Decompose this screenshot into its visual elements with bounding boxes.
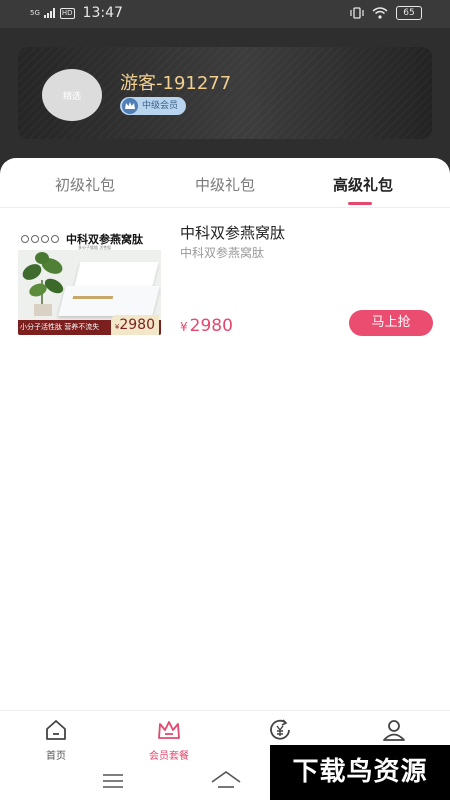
member-card: 精选 游客-191277 中级会员 xyxy=(18,47,432,139)
product-name[interactable]: 中科双参燕窝肽 xyxy=(180,222,285,243)
product-box-front xyxy=(58,286,160,316)
package-tabs: 初级礼包 中级礼包 高级礼包 xyxy=(0,158,450,208)
nav-profile[interactable] xyxy=(354,717,434,747)
yuan-coin-icon xyxy=(270,719,290,740)
battery-icon: 65 xyxy=(396,6,422,20)
brand-logos xyxy=(21,235,59,243)
network-type: 5G xyxy=(30,8,40,17)
tab-basic-package[interactable]: 初级礼包 xyxy=(30,174,140,195)
system-home-icon[interactable] xyxy=(210,770,242,792)
active-tab-indicator xyxy=(348,202,372,205)
product-image[interactable]: 中科双参燕窝肽 多分子肽链 活性肽 小分子活性肽 营养不流失 ¥2980 xyxy=(18,228,161,335)
currency-symbol: ¥ xyxy=(180,320,188,334)
avatar[interactable]: 精选 xyxy=(42,69,102,121)
tab-intermediate-package[interactable]: 中级礼包 xyxy=(170,174,280,195)
crown-icon xyxy=(158,721,180,739)
member-level-label: 中级会员 xyxy=(142,101,179,111)
status-bar: 5G HD 13:47 65 xyxy=(0,0,450,28)
signal-icon xyxy=(43,8,55,18)
status-time: 13:47 xyxy=(82,5,123,21)
watermark: 下载鸟资源 xyxy=(270,745,450,800)
menu-icon[interactable] xyxy=(103,773,123,789)
nav-home[interactable]: 首页 xyxy=(16,717,96,762)
product-image-subtitle: 多分子肽链 活性肽 xyxy=(78,245,112,250)
price-value: 2980 xyxy=(189,316,233,336)
crown-icon xyxy=(122,98,138,114)
status-right: 65 xyxy=(350,6,422,20)
vibrate-icon xyxy=(350,7,364,19)
member-level-badge: 中级会员 xyxy=(120,97,187,115)
user-icon xyxy=(383,720,405,741)
buy-now-button[interactable]: 马上抢 xyxy=(349,310,433,336)
gift-package-panel: 初级礼包 中级礼包 高级礼包 中科双参燕窝肽 多分子肽链 活性肽 小分子活性肽 … xyxy=(0,158,450,710)
home-icon xyxy=(46,720,66,740)
product-subtitle: 中科双参燕窝肽 xyxy=(180,246,265,260)
plant-illustration xyxy=(22,252,64,316)
product-image-price: ¥2980 xyxy=(110,315,159,335)
tab-advanced-package[interactable]: 高级礼包 xyxy=(308,174,418,195)
wifi-icon xyxy=(372,7,388,19)
nav-membership-label: 会员套餐 xyxy=(149,751,189,762)
username: 游客-191277 xyxy=(120,73,232,94)
nav-membership[interactable]: 会员套餐 xyxy=(129,717,209,762)
nav-home-label: 首页 xyxy=(46,751,66,762)
status-left: 5G HD 13:47 xyxy=(30,5,123,21)
product-price: ¥2980 xyxy=(180,316,233,336)
hd-badge: HD xyxy=(59,7,75,19)
